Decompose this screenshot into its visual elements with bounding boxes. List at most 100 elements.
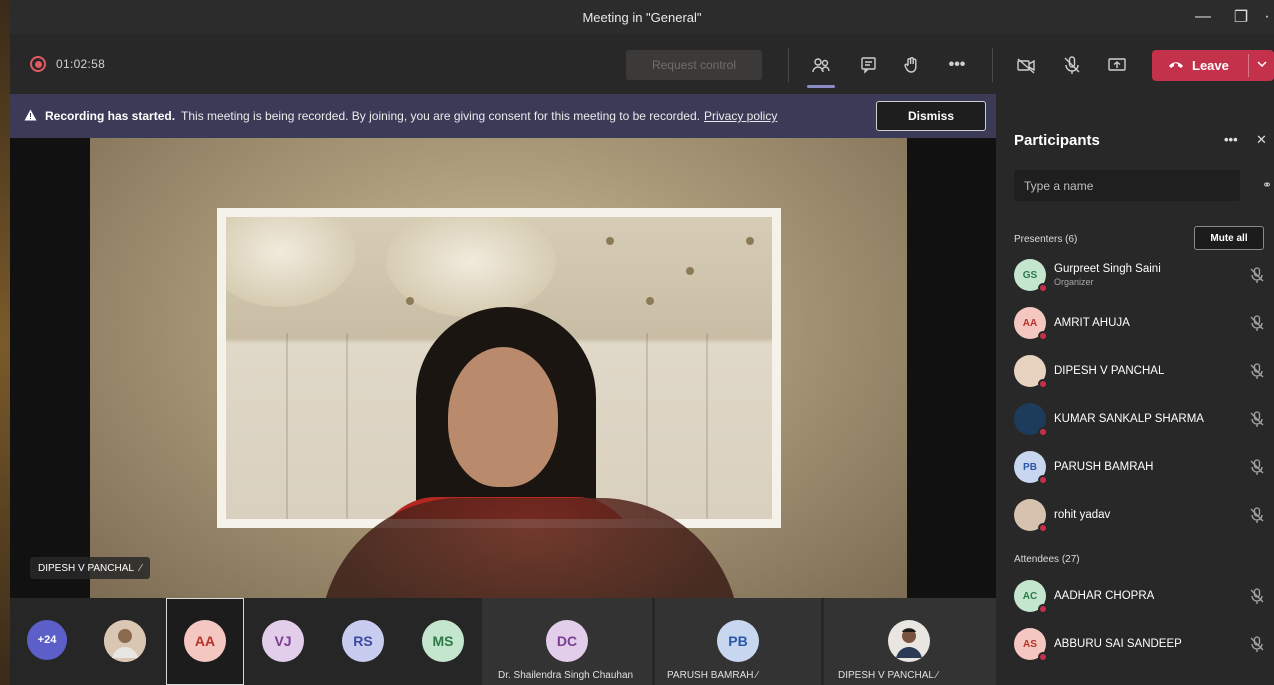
participant-name: ABBURU SAI SANDEEP [1054,638,1182,650]
status-dot-icon [1038,283,1048,293]
participant-name: DIPESH V PANCHAL [1054,365,1165,377]
participant-tile-dc[interactable]: DC Dr. Shailendra Singh Chauhan [482,598,652,685]
mic-off-icon[interactable] [1248,410,1266,428]
meeting-timer: 01:02:58 [56,57,106,71]
wall-panel-line [286,333,288,519]
participant-info: DIPESH V PANCHAL [1054,365,1248,377]
raise-hand-icon[interactable] [895,48,929,82]
participant-tile-label: DIPESH V PANCHAL ∕ [838,670,938,681]
participant-row[interactable]: rohit yadav [1014,492,1266,538]
mic-off-icon[interactable] [1248,266,1266,284]
banner-heading: Recording has started. [45,109,176,123]
avatar-initials: AC [1022,590,1038,602]
status-dot-icon [1038,331,1048,341]
participant-avatar [1014,499,1048,533]
speaker-video [90,138,907,598]
dismiss-button[interactable]: Dismiss [876,101,986,131]
mute-all-button[interactable]: Mute all [1194,226,1264,250]
restore-icon[interactable]: ❐ [1222,0,1260,34]
participant-row[interactable]: PB PARUSH BAMRAH [1014,444,1266,490]
mic-off-icon[interactable] [1248,635,1266,653]
wall-stud [746,237,754,245]
wall-panel-line [646,333,648,519]
chevron-down-icon[interactable] [1256,58,1268,73]
participant-tile-pb[interactable]: PB PARUSH BAMRAH ∕ [655,598,821,685]
participant-row[interactable]: GS Gurpreet Singh Saini Organizer [1014,252,1266,298]
share-screen-icon[interactable] [1100,48,1134,82]
wall-panel-line [346,333,348,519]
participant-info: rohit yadav [1054,509,1248,521]
teams-meeting-window: Meeting in "General" — ❐ · 01:02:58 Requ… [10,0,1274,685]
participant-avatar: AC [1014,580,1048,614]
phone-hangup-icon [1168,58,1184,73]
mic-off-icon[interactable] [1248,362,1266,380]
close-icon[interactable]: ✕ [1256,132,1267,148]
status-dot-icon [1038,379,1048,389]
participant-photo-avatar[interactable] [104,620,146,662]
participant-info: Gurpreet Singh Saini Organizer [1054,263,1248,287]
participant-avatar: GS [1014,259,1048,293]
participant-avatar-vj[interactable]: VJ [262,620,304,662]
mic-off-icon[interactable] [1248,314,1266,332]
toolbar-divider [992,48,993,82]
wall-panel-line [706,333,708,519]
mic-off-icon[interactable] [1248,587,1266,605]
more-actions-icon[interactable]: ••• [940,48,974,82]
request-control-button[interactable]: Request control [626,50,762,80]
participant-avatar-ms[interactable]: MS [422,620,464,662]
camera-off-icon[interactable] [1009,48,1043,82]
warning-icon [24,109,37,124]
recording-banner: Recording has started. This meeting is b… [10,94,996,138]
participant-info: ABBURU SAI SANDEEP [1054,638,1248,650]
presenters-section-label[interactable]: Presenters (6) [1014,234,1077,245]
overflow-participants-count[interactable]: +24 [27,620,67,660]
attendees-section-label[interactable]: Attendees (27) [1014,554,1080,565]
participant-avatar: AA [1014,307,1048,341]
participant-name: PARUSH BAMRAH [1054,461,1154,473]
privacy-policy-link[interactable]: Privacy policy [704,109,777,123]
avatar-initials: AA [1022,317,1038,329]
participants-icon[interactable] [804,48,838,88]
participant-row[interactable]: DIPESH V PANCHAL [1014,348,1266,394]
participant-row[interactable]: AC AADHAR CHOPRA [1014,573,1266,619]
leave-button[interactable]: Leave [1152,50,1274,81]
participant-avatar-rs[interactable]: RS [342,620,384,662]
participant-avatar: PB [1014,451,1048,485]
participant-tile-label: PARUSH BAMRAH ∕ [667,670,758,681]
wall-stud [686,267,694,275]
status-dot-icon [1038,427,1048,437]
share-invite-icon[interactable]: ⚭ [1262,178,1272,192]
panel-title: Participants [1014,132,1100,149]
wall-stud [646,297,654,305]
mic-off-icon: ∕ [139,562,142,574]
participant-name: AADHAR CHOPRA [1054,590,1155,602]
chat-icon[interactable] [852,48,886,82]
status-dot-icon [1038,652,1048,662]
more-options-icon[interactable]: ••• [1224,132,1238,147]
participant-row[interactable]: KUMAR SANKALP SHARMA [1014,396,1266,442]
participant-name: Gurpreet Singh Saini [1054,263,1161,275]
participant-info: PARUSH BAMRAH [1054,461,1248,473]
participant-row[interactable]: AS ABBURU SAI SANDEEP [1014,621,1266,667]
mic-off-icon[interactable] [1248,458,1266,476]
participant-search-input[interactable] [1014,170,1240,201]
mic-off-icon[interactable] [1248,506,1266,524]
participant-row[interactable]: AA AMRIT AHUJA [1014,300,1266,346]
avatar-initials: GS [1022,269,1038,281]
participant-photo-avatar [888,620,930,662]
avatar-initials: PB [1023,461,1037,473]
participant-tile-label: Dr. Shailendra Singh Chauhan [498,670,634,681]
participant-tile-dipesh[interactable]: DIPESH V PANCHAL ∕ [824,598,996,685]
close-window-icon[interactable]: · [1260,0,1274,34]
participant-tile-label-text: PARUSH BAMRAH [667,670,754,681]
participant-name: AMRIT AHUJA [1054,317,1130,329]
participant-name: rohit yadav [1054,509,1111,521]
minimize-icon[interactable]: — [1184,0,1222,34]
mic-off-icon[interactable] [1055,48,1089,82]
participant-avatar-aa[interactable]: AA [184,620,226,662]
participants-panel: Participants ••• ✕ ⚭ Presenters (6) Mute… [996,94,1274,685]
title-bar: Meeting in "General" — ❐ · [10,0,1274,34]
status-dot-icon [1038,523,1048,533]
participant-tile-label-text: DIPESH V PANCHAL [838,670,934,681]
speaker-name: DIPESH V PANCHAL [38,562,134,574]
